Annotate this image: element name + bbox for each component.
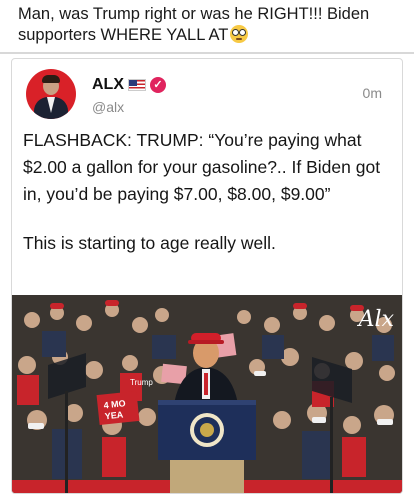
photo-watermark: Alx	[358, 307, 394, 332]
post-caption: Man, was Trump right or was he RIGHT!!! …	[18, 5, 370, 44]
divider	[0, 52, 414, 54]
author-handle[interactable]: @alx	[92, 99, 124, 115]
rally-photo[interactable]: 4 MO YEA Trump Alx	[12, 295, 402, 493]
author-name[interactable]: ALX	[92, 76, 124, 94]
post-text: Man, was Trump right or was he RIGHT!!! …	[18, 4, 408, 46]
author-row: ALX ✓	[92, 76, 166, 94]
tweet-paragraph: FLASHBACK: TRUMP: “You’re paying what $2…	[23, 130, 381, 204]
flushed-face-emoji-icon	[230, 25, 249, 43]
tweet-timestamp: 0m	[362, 85, 382, 101]
verified-badge-icon: ✓	[150, 77, 166, 93]
us-flag-icon	[128, 79, 146, 91]
svg-text:YEA: YEA	[104, 409, 124, 421]
svg-text:Trump: Trump	[130, 378, 153, 387]
embedded-tweet-card[interactable]: ALX ✓ @alx 0m FLASHBACK: TRUMP: “You’re …	[11, 58, 403, 494]
rally-photo-image: 4 MO YEA Trump	[12, 295, 402, 493]
tweet-paragraph: This is starting to age really well.	[23, 233, 276, 253]
tweet-body: FLASHBACK: TRUMP: “You’re paying what $2…	[23, 127, 399, 257]
avatar[interactable]	[26, 69, 76, 119]
